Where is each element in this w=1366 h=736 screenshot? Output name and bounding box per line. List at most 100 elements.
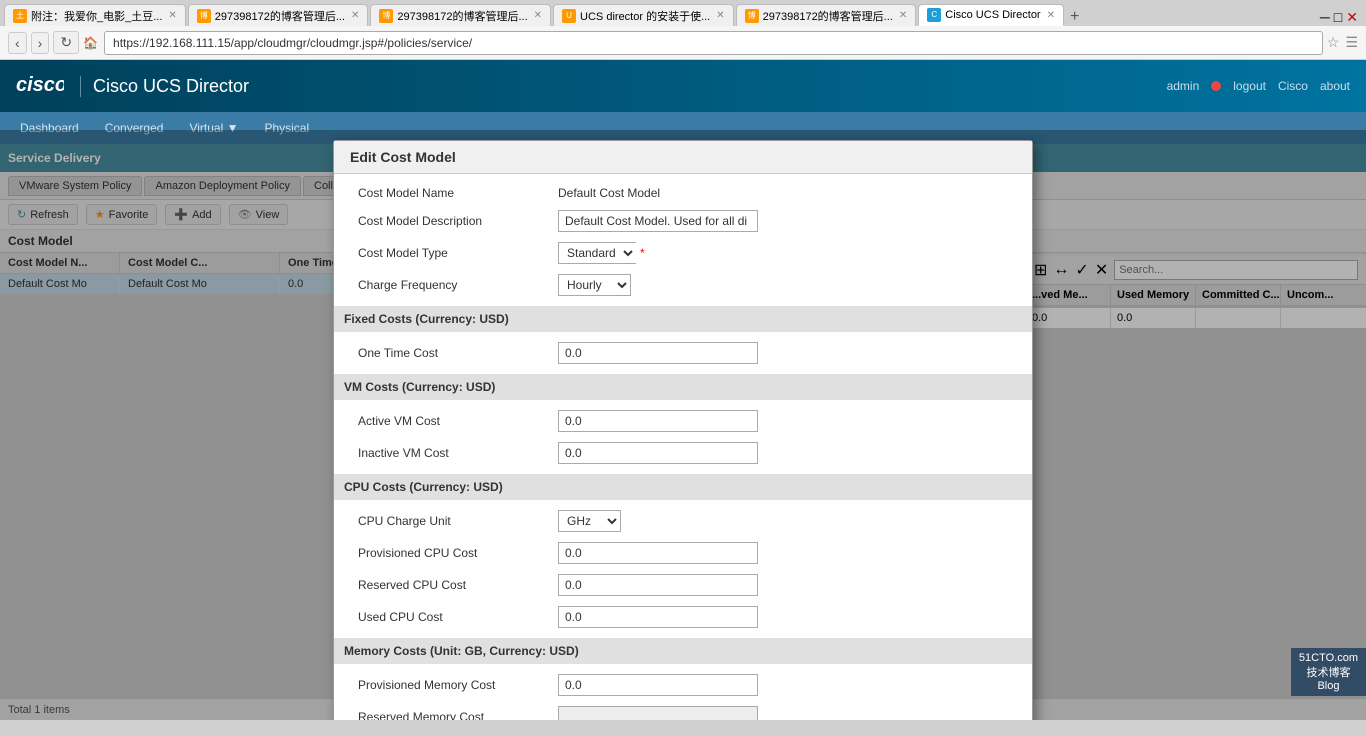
home-button[interactable]: 🏠 xyxy=(83,36,98,50)
app-title: Cisco UCS Director xyxy=(80,76,249,97)
one-time-cost-input[interactable] xyxy=(558,342,758,364)
memory-costs-section: Memory Costs (Unit: GB, Currency: USD) xyxy=(334,638,1032,664)
tab-1-favicon: 土 xyxy=(13,9,27,23)
logout-link[interactable]: logout xyxy=(1233,79,1266,93)
cost-model-desc-label: Cost Model Description xyxy=(358,214,558,228)
reload-button[interactable]: ↻ xyxy=(53,31,79,54)
cpu-charge-unit-select[interactable]: GHz Cores xyxy=(558,510,621,532)
provisioned-cpu-row: Provisioned CPU Cost xyxy=(358,542,1008,564)
edit-cost-model-modal: Edit Cost Model Cost Model Name Default … xyxy=(333,140,1033,720)
reserved-memory-label: Reserved Memory Cost xyxy=(358,710,558,720)
used-cpu-label: Used CPU Cost xyxy=(358,610,558,624)
app-header: cisco Cisco UCS Director admin logout Ci… xyxy=(0,60,1366,112)
one-time-cost-label: One Time Cost xyxy=(358,346,558,360)
cost-model-name-label: Cost Model Name xyxy=(358,186,558,200)
used-cpu-input[interactable] xyxy=(558,606,758,628)
cost-model-name-row: Cost Model Name Default Cost Model xyxy=(358,186,1008,200)
watermark-line2: 技术博客 xyxy=(1299,664,1358,680)
fixed-costs-section: Fixed Costs (Currency: USD) xyxy=(334,306,1032,332)
cpu-charge-unit-row: CPU Charge Unit GHz Cores xyxy=(358,510,1008,532)
settings-icon[interactable]: ☰ xyxy=(1345,34,1358,51)
tab-5-favicon: 博 xyxy=(745,9,759,23)
close-window-button[interactable]: ✕ xyxy=(1346,9,1358,26)
tab-2-close[interactable]: ✕ xyxy=(351,10,359,21)
svg-text:cisco: cisco xyxy=(16,74,64,96)
cost-model-type-row: Cost Model Type Standard * xyxy=(358,242,1008,264)
cisco-link[interactable]: Cisco xyxy=(1278,79,1308,93)
reserved-cpu-row: Reserved CPU Cost xyxy=(358,574,1008,596)
tab-2-label: 297398172的博客管理后... xyxy=(215,8,345,24)
tab-3-close[interactable]: ✕ xyxy=(534,10,542,21)
cost-model-name-value: Default Cost Model xyxy=(558,186,660,200)
tab-bar: 土 附注：我爱你_电影_土豆... ✕ 博 297398172的博客管理后...… xyxy=(0,0,1366,26)
active-vm-row: Active VM Cost xyxy=(358,410,1008,432)
forward-button[interactable]: › xyxy=(31,32,50,54)
tab-2-favicon: 博 xyxy=(197,9,211,23)
reserved-cpu-label: Reserved CPU Cost xyxy=(358,578,558,592)
cpu-costs-section: CPU Costs (Currency: USD) xyxy=(334,474,1032,500)
cost-model-type-select[interactable]: Standard xyxy=(558,242,636,264)
reserved-memory-row: Reserved Memory Cost xyxy=(358,706,1008,720)
tab-1-label: 附注：我爱你_电影_土豆... xyxy=(31,8,162,24)
provisioned-cpu-label: Provisioned CPU Cost xyxy=(358,546,558,560)
modal-header: Edit Cost Model xyxy=(334,141,1032,174)
cisco-logo: cisco xyxy=(16,69,64,104)
cpu-charge-unit-label: CPU Charge Unit xyxy=(358,514,558,528)
header-right: admin logout Cisco about xyxy=(1167,79,1350,93)
nav-icons: ☆ ☰ xyxy=(1327,34,1358,51)
tab-1[interactable]: 土 附注：我爱你_电影_土豆... ✕ xyxy=(4,4,186,26)
tab-4-favicon: U xyxy=(562,9,576,23)
charge-freq-select[interactable]: Hourly Daily Monthly xyxy=(558,274,631,296)
active-vm-label: Active VM Cost xyxy=(358,414,558,428)
bookmark-icon[interactable]: ☆ xyxy=(1327,34,1340,51)
charge-freq-label: Charge Frequency xyxy=(358,278,558,292)
provisioned-memory-row: Provisioned Memory Cost xyxy=(358,674,1008,696)
inactive-vm-row: Inactive VM Cost xyxy=(358,442,1008,464)
active-vm-input[interactable] xyxy=(558,410,758,432)
cost-model-type-label: Cost Model Type xyxy=(358,246,558,260)
tab-4[interactable]: U UCS director 的安装于使... ✕ xyxy=(553,4,734,26)
vm-costs-section: VM Costs (Currency: USD) xyxy=(334,374,1032,400)
reserved-cpu-input[interactable] xyxy=(558,574,758,596)
tab-3[interactable]: 博 297398172的博客管理后... ✕ xyxy=(370,4,551,26)
modal-body: Cost Model Name Default Cost Model Cost … xyxy=(334,174,1032,720)
tab-6[interactable]: C Cisco UCS Director ✕ xyxy=(918,4,1064,26)
tab-3-favicon: 博 xyxy=(379,9,393,23)
cost-model-desc-row: Cost Model Description xyxy=(358,210,1008,232)
tab-6-favicon: C xyxy=(927,8,941,22)
tab-1-close[interactable]: ✕ xyxy=(168,10,176,21)
browser-chrome: 土 附注：我爱你_电影_土豆... ✕ 博 297398172的博客管理后...… xyxy=(0,0,1366,60)
cost-model-type-select-group: Standard * xyxy=(558,242,645,264)
minimize-button[interactable]: ─ xyxy=(1320,9,1330,26)
new-tab-button[interactable]: + xyxy=(1070,8,1079,26)
charge-freq-row: Charge Frequency Hourly Daily Monthly xyxy=(358,274,1008,296)
tab-2[interactable]: 博 297398172的博客管理后... ✕ xyxy=(188,4,369,26)
watermark-line3: Blog xyxy=(1299,680,1358,692)
cost-model-desc-input[interactable] xyxy=(558,210,758,232)
one-time-cost-row: One Time Cost xyxy=(358,342,1008,364)
tab-3-label: 297398172的博客管理后... xyxy=(397,8,527,24)
provisioned-memory-input[interactable] xyxy=(558,674,758,696)
tab-5-close[interactable]: ✕ xyxy=(899,10,907,21)
address-bar[interactable] xyxy=(104,31,1323,55)
watermark: 51CTO.com 技术博客 Blog xyxy=(1291,648,1366,696)
about-link[interactable]: about xyxy=(1320,79,1350,93)
modal-overlay: Edit Cost Model Cost Model Name Default … xyxy=(0,130,1366,720)
tab-5[interactable]: 博 297398172的博客管理后... ✕ xyxy=(736,4,917,26)
tab-4-label: UCS director 的安装于使... xyxy=(580,8,710,24)
provisioned-memory-label: Provisioned Memory Cost xyxy=(358,678,558,692)
modal-title: Edit Cost Model xyxy=(350,149,456,165)
maximize-button[interactable]: □ xyxy=(1334,9,1342,26)
watermark-line1: 51CTO.com xyxy=(1299,652,1358,664)
reserved-memory-input[interactable] xyxy=(558,706,758,720)
tab-6-close[interactable]: ✕ xyxy=(1047,10,1055,21)
cost-model-type-required: * xyxy=(640,246,645,260)
back-button[interactable]: ‹ xyxy=(8,32,27,54)
tab-4-close[interactable]: ✕ xyxy=(716,10,724,21)
tab-6-label: Cisco UCS Director xyxy=(945,9,1040,21)
provisioned-cpu-input[interactable] xyxy=(558,542,758,564)
inactive-vm-input[interactable] xyxy=(558,442,758,464)
used-cpu-row: Used CPU Cost xyxy=(358,606,1008,628)
inactive-vm-label: Inactive VM Cost xyxy=(358,446,558,460)
admin-status-dot xyxy=(1211,81,1221,91)
